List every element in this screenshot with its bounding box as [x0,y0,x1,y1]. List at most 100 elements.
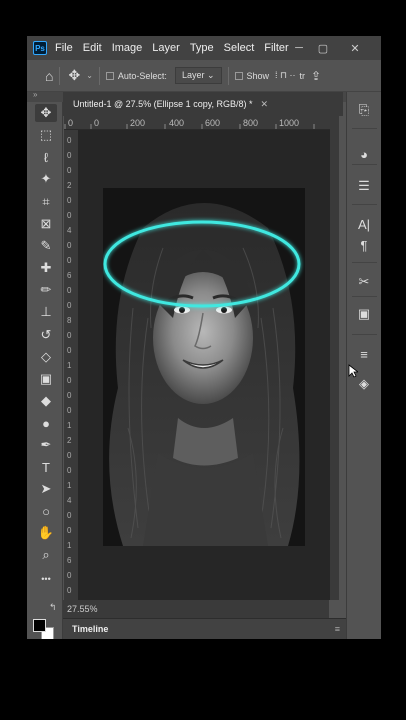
swap-colors-icon[interactable]: ↰ [49,602,57,613]
blur-tool-icon[interactable]: ◆ [35,392,57,410]
brush-tool-icon[interactable]: ✏ [35,281,57,299]
home-icon[interactable]: ⌂ [45,68,53,84]
portrait-photo[interactable] [103,188,305,546]
options-bar: ⌂ ✥ ⌄ Auto-Select: Layer ⌄ Show ⁞ ⊓ ·· t… [27,60,381,92]
zoom-tool-icon[interactable]: ⌕ [35,546,57,564]
ruler-tick: 1 [67,541,72,550]
foreground-color-swatch[interactable] [33,619,46,632]
gradient-tool-icon[interactable]: ▣ [35,370,57,388]
character-panel-icon[interactable]: A| [353,214,375,234]
expand-icon[interactable]: » [33,90,37,99]
show-label: Show [246,70,270,81]
ellipse-tool-icon[interactable]: ○ [35,502,57,520]
ruler-tick: 0 [67,136,72,145]
cursor-icon [348,364,358,378]
crop-tool-icon[interactable]: ⌗ [35,193,57,211]
properties-panel-icon[interactable]: ▣ [353,304,375,324]
ruler-tick: 0 [67,391,72,400]
divider [59,66,61,85]
clone-stamp-tool-icon[interactable]: ⊥ [35,303,57,321]
vertical-ruler: 0 0 0 2 0 0 4 0 0 6 0 0 8 0 0 1 0 0 0 1 2 0 0 1 4 0 0 1 6 0 0 [64,130,78,600]
truncated-label: tr [299,70,306,81]
ruler-tick: 0 [67,301,72,310]
move-tool-icon[interactable]: ✥ [68,67,80,84]
dodge-tool-icon[interactable]: ● [35,414,57,432]
ruler-tick: 0 [67,331,72,340]
vertical-scrollbar[interactable] [330,116,339,600]
divider [352,164,377,165]
auto-select-dropdown[interactable]: Layer ⌄ [174,67,222,84]
chevron-down-icon[interactable]: ⌄ [86,71,93,80]
more-tools-icon[interactable]: ••• [35,570,57,588]
libraries-panel-icon[interactable]: ☰ [353,176,375,196]
canvas-area[interactable] [78,130,330,600]
menu-file[interactable]: File [55,42,73,54]
menu-select[interactable]: Select [224,42,255,54]
ruler-tick: 0 [67,571,72,580]
divider [352,204,377,205]
color-panel-icon[interactable]: ◕ [353,144,375,164]
ruler-tick: 0 [67,196,72,205]
layer-select-value: Layer [181,70,205,80]
eyedropper-tool-icon[interactable]: ✎ [35,237,57,255]
document-tab[interactable]: Untitled-1 @ 27.5% (Ellipse 1 copy, RGB/… [63,92,343,116]
menu-filter[interactable]: Filter [264,42,288,54]
ruler-tick: 4 [67,496,72,505]
move-tool-icon[interactable]: ✥ [35,104,57,122]
panel-menu-icon[interactable]: ≡ [335,624,340,634]
ruler-tick: 0 [67,586,72,595]
marquee-tool-icon[interactable]: ⬚ [35,126,57,144]
share-icon[interactable]: ⇪ [311,69,321,83]
lasso-tool-icon[interactable]: ℓ [35,148,57,166]
ruler-tick: 0 [67,376,72,385]
minimize-icon[interactable]: ─ [287,36,311,60]
close-icon[interactable]: ✕ [343,36,367,60]
adjustments-panel-icon[interactable]: ≡ [353,344,375,364]
photoshop-logo: Ps [33,41,47,55]
ruler-tick: 0 [67,151,72,160]
magic-wand-tool-icon[interactable]: ✦ [35,170,57,188]
tools-panel: ✥ ⬚ ℓ ✦ ⌗ ⊠ ✎ ✚ ✏ ⊥ ↺ ◇ ▣ ◆ ● ✒ T ➤ ○ ✋ ⌕ ••• ↰ [27,102,63,639]
close-tab-icon[interactable]: ✕ [261,99,269,110]
ruler-tick: 0 [67,406,72,415]
menu-edit[interactable]: Edit [83,42,102,54]
path-selection-tool-icon[interactable]: ➤ [35,480,57,498]
ruler-tick: 0 [67,511,72,520]
divider [227,66,229,85]
history-brush-tool-icon[interactable]: ↺ [35,326,57,344]
divider [352,334,377,335]
ruler-tick: 0 [67,346,72,355]
history-panel-icon[interactable]: ⎘ [353,100,375,120]
menu-bar: Ps File Edit Image Layer Type Select Fil… [27,36,381,60]
hand-tool-icon[interactable]: ✋ [35,524,57,542]
portrait-image [103,188,305,546]
ruler-ticks [64,124,315,129]
tools-panel-icon[interactable]: ✂ [353,272,375,292]
paragraph-panel-icon[interactable]: ¶ [353,235,375,255]
photoshop-window: Ps File Edit Image Layer Type Select Fil… [27,36,381,639]
ruler-tick: 0 [67,211,72,220]
ruler-tick: 0 [67,256,72,265]
document-title: Untitled-1 @ 27.5% (Ellipse 1 copy, RGB/… [73,99,253,109]
show-transform-checkbox[interactable] [234,71,243,80]
frame-tool-icon[interactable]: ⊠ [35,215,57,233]
menu-type[interactable]: Type [190,42,214,54]
menu-image[interactable]: Image [112,42,143,54]
healing-brush-tool-icon[interactable]: ✚ [35,259,57,277]
restore-icon[interactable]: ▢ [311,36,335,60]
pen-tool-icon[interactable]: ✒ [35,436,57,454]
timeline-panel-tab[interactable]: Timeline ≡ [63,618,346,639]
ruler-tick: 6 [67,271,72,280]
align-icon[interactable]: ⁞ ⊓ ·· [275,70,296,81]
ruler-tick: 2 [67,181,72,190]
ruler-tick: 0 [67,466,72,475]
ruler-tick: 1 [67,361,72,370]
divider [98,66,100,85]
auto-select-checkbox[interactable] [105,71,114,80]
menu-layer[interactable]: Layer [152,42,180,54]
eraser-tool-icon[interactable]: ◇ [35,348,57,366]
auto-select-label: Auto-Select: [117,70,167,81]
type-tool-icon[interactable]: T [35,458,57,476]
zoom-status[interactable]: 27.55% [67,604,98,614]
ruler-tick: 0 [67,166,72,175]
